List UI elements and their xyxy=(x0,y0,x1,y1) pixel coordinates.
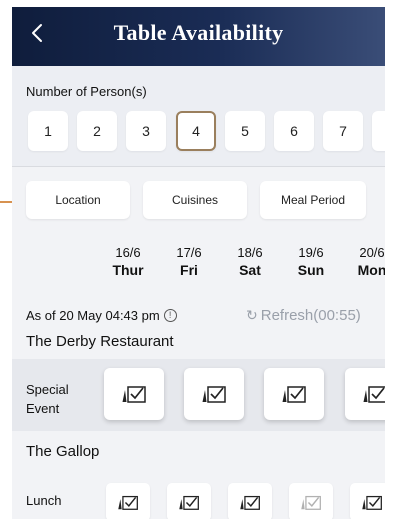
availability-slot[interactable] xyxy=(345,368,385,420)
as-of-timestamp: As of 20 May 04:43 pm! xyxy=(26,308,177,323)
date-column-header: 19/6 Sun xyxy=(297,245,325,278)
person-count-section: Number of Person(s) 1 2 3 4 5 6 7 xyxy=(12,66,385,166)
availability-slot[interactable] xyxy=(228,483,272,519)
availability-slot[interactable] xyxy=(184,368,244,420)
calendar-check-icon xyxy=(363,386,385,403)
filter-cuisines-button[interactable]: Cuisines xyxy=(143,181,247,219)
date-column-header: 20/6 Mon xyxy=(357,245,385,278)
refresh-icon: ↻ xyxy=(246,307,258,323)
person-option-3[interactable]: 3 xyxy=(126,111,166,151)
section-divider xyxy=(12,166,385,167)
calendar-check-icon xyxy=(179,495,199,510)
person-count-label: Number of Person(s) xyxy=(26,84,147,99)
info-icon[interactable]: ! xyxy=(163,309,177,322)
restaurant-name: The Gallop xyxy=(26,443,100,460)
person-count-selector: 1 2 3 4 5 6 7 xyxy=(28,111,385,151)
calendar-check-icon xyxy=(240,495,260,510)
availability-slot[interactable] xyxy=(350,483,385,519)
person-option-2[interactable]: 2 xyxy=(77,111,117,151)
person-option-1[interactable]: 1 xyxy=(28,111,68,151)
date-column-header: 17/6 Fri xyxy=(176,245,202,278)
calendar-check-icon xyxy=(118,495,138,510)
calendar-check-icon xyxy=(301,495,321,510)
restaurant-name: The Derby Restaurant xyxy=(26,333,174,350)
availability-slot[interactable] xyxy=(167,483,211,519)
calendar-check-icon xyxy=(362,495,382,510)
filter-location-button[interactable]: Location xyxy=(26,181,130,219)
person-option-6[interactable]: 6 xyxy=(274,111,314,151)
refresh-button[interactable]: ↻ Refresh(00:55) xyxy=(246,307,361,324)
meal-period-label: Special Event xyxy=(26,382,69,416)
header-bar: Table Availability xyxy=(12,7,385,66)
date-column-header: 18/6 Sat xyxy=(237,245,263,278)
filter-meal-period-button[interactable]: Meal Period xyxy=(260,181,366,219)
calendar-check-icon xyxy=(282,386,306,403)
availability-slot-disabled[interactable] xyxy=(289,483,333,519)
availability-slot[interactable] xyxy=(106,483,150,519)
app-screen: Table Availability Number of Person(s) 1… xyxy=(12,7,385,519)
person-option-5[interactable]: 5 xyxy=(225,111,265,151)
date-column-header: 16/6 Thur xyxy=(112,245,144,278)
availability-slot[interactable] xyxy=(104,368,164,420)
page-title: Table Availability xyxy=(113,20,284,45)
person-option-8-partial[interactable] xyxy=(372,111,385,151)
accent-marker xyxy=(0,201,12,203)
calendar-check-icon xyxy=(122,386,146,403)
calendar-check-icon xyxy=(202,386,226,403)
person-option-7[interactable]: 7 xyxy=(323,111,363,151)
meal-period-label: Lunch xyxy=(26,493,62,508)
person-option-4-selected[interactable]: 4 xyxy=(176,111,216,151)
availability-slot[interactable] xyxy=(264,368,324,420)
